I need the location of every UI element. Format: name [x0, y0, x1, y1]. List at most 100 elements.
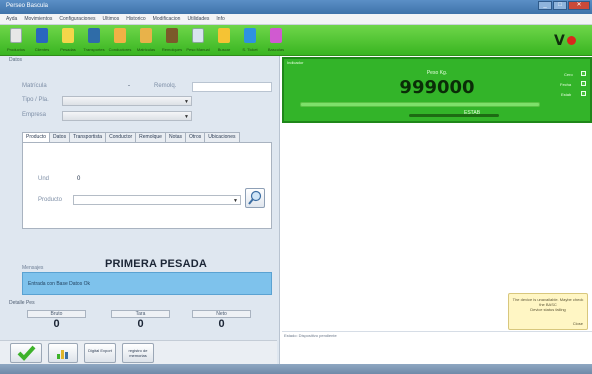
option-label: Fecha: [560, 82, 572, 87]
toolbar-label: Clientes: [34, 47, 50, 52]
mensajes-label: Mensajes: [22, 265, 44, 271]
menu-item-movimientos[interactable]: Movimientos: [24, 16, 52, 22]
weight-label: Tara: [111, 310, 170, 318]
toolbar-label: Basculas: [267, 47, 285, 52]
weighing-stage-title: PRIMERA PESADA: [105, 258, 208, 270]
confirm-button[interactable]: [10, 343, 42, 363]
notification-message: The device is unavailable. Maybe check t…: [512, 297, 584, 307]
menu-item-modificacion[interactable]: Modificacion: [153, 16, 181, 22]
brand-dot-icon: [567, 36, 576, 45]
window-controls: _ □ ✕: [538, 1, 590, 10]
menu-item-ultimos[interactable]: Ultimos: [103, 16, 120, 22]
digital-export-button[interactable]: Digital Export: [84, 343, 116, 363]
weight-label: Bruto: [27, 310, 86, 318]
search-icon: [218, 28, 230, 43]
toolbar-peso-manual-button[interactable]: Peso Manual: [186, 27, 210, 55]
weight-icon: [192, 28, 204, 43]
tab-ubicaciones[interactable]: Ubicaciones: [204, 132, 240, 142]
close-button[interactable]: ✕: [568, 1, 590, 10]
weight-label: Neto: [192, 310, 251, 318]
user-icon: [36, 28, 48, 43]
toolbar-productos-button[interactable]: Productos: [4, 27, 28, 55]
checkmark-icon: [17, 345, 36, 361]
chevron-down-icon: ▼: [184, 99, 189, 105]
toolbar-remolques-button[interactable]: Remolques: [160, 27, 184, 55]
toolbar-buscar-button[interactable]: Buscar: [212, 27, 236, 55]
chevron-down-icon: ▼: [233, 198, 238, 204]
chart-button[interactable]: [48, 343, 78, 363]
option-cero-checkbox[interactable]: [581, 71, 586, 76]
empresa-select[interactable]: ▼: [62, 111, 192, 121]
digital-export-label: Digital Export: [88, 348, 112, 353]
toolbar-conductores-button[interactable]: Conductores: [108, 27, 132, 55]
stability-indicator: [409, 114, 499, 117]
toolbar-pesadas-button[interactable]: Pesadas: [56, 27, 80, 55]
menu-bar: Ayda Movimientos Configuraciones Ultimos…: [0, 14, 592, 25]
magnifier-icon: [248, 190, 262, 205]
notification-close[interactable]: Close: [573, 321, 583, 326]
weight-tara: Tara 0: [111, 310, 170, 331]
matricula-label: Matrícula: [22, 83, 47, 89]
tab-otros[interactable]: Otros: [185, 132, 206, 142]
load-bar: [300, 102, 540, 107]
message-text: Entrada con Base Datos Ok: [28, 281, 90, 287]
toolbar-label: Pesadas: [60, 47, 76, 52]
device-notification[interactable]: The device is unavailable. Maybe check t…: [508, 293, 588, 330]
brand-logo: V: [554, 33, 580, 49]
option-label: Estab: [561, 92, 572, 97]
status-bar: Estado: Dispositivo pendiente: [282, 331, 592, 340]
option-estab-checkbox[interactable]: [581, 91, 586, 96]
toolbar-ticket-button[interactable]: S. Ticket: [238, 27, 262, 55]
toolbar-label: Buscar: [217, 47, 231, 52]
separator-dash: -: [128, 83, 130, 89]
detalle-label: Detalle Pes: [9, 300, 35, 306]
stability-label: ESTAB: [464, 110, 481, 116]
detail-tabs: Producto Datos Transportista Conductor R…: [22, 132, 240, 143]
maximize-button[interactable]: □: [553, 1, 567, 10]
indicator-header: Indicador: [287, 60, 304, 65]
trailer-icon: [166, 28, 178, 43]
weight-value: 0: [218, 318, 225, 330]
chevron-down-icon: ▼: [184, 114, 189, 120]
registro-label: registro de memorias: [128, 348, 148, 358]
tab-transportista[interactable]: Transportista: [69, 132, 107, 142]
toolbar-label: Peso Manual: [186, 47, 210, 52]
toolbar-clientes-button[interactable]: Clientes: [30, 27, 54, 55]
toolbar-transportes-button[interactable]: Transportes: [82, 27, 106, 55]
toolbar-label: S. Ticket: [242, 47, 258, 52]
registro-button[interactable]: registro de memorias: [122, 343, 154, 363]
minimize-button[interactable]: _: [538, 1, 552, 10]
truck-icon: [88, 28, 100, 43]
menu-item-historico[interactable]: Historico: [126, 16, 145, 22]
tab-conductor[interactable]: Conductor: [105, 132, 137, 142]
tipo-select[interactable]: ▼: [62, 96, 192, 106]
und-value: 0: [77, 176, 81, 182]
producto-select[interactable]: ▼: [73, 195, 241, 205]
taskbar: [0, 364, 592, 374]
tab-notas[interactable]: Notas: [164, 132, 187, 142]
toolbar-label: Transportes: [83, 47, 105, 52]
gear-icon: [270, 28, 282, 43]
remolque-label: Remolq.: [154, 83, 177, 89]
search-product-button[interactable]: [245, 188, 265, 208]
toolbar-matriculas-button[interactable]: Matriculas: [134, 27, 158, 55]
toolbar-label: Matriculas: [136, 47, 156, 52]
tab-remolque[interactable]: Remolque: [135, 132, 166, 142]
menu-item-utilidades[interactable]: Utilidades: [187, 16, 209, 22]
box-icon: [10, 28, 22, 43]
tab-datos[interactable]: Datos: [49, 132, 71, 142]
producto-label: Producto: [38, 197, 63, 203]
menu-item-info[interactable]: Info: [216, 16, 224, 22]
driver-icon: [114, 28, 126, 43]
menu-item-configuraciones[interactable]: Configuraciones: [59, 16, 95, 22]
matricula-field[interactable]: -: [62, 82, 132, 92]
toolbar-basculas-button[interactable]: Basculas: [264, 27, 288, 55]
weight-indicator: Indicador Peso Kg. 999000 ESTAB Cero Fec…: [282, 57, 592, 123]
remolque-field[interactable]: [192, 82, 272, 92]
main-toolbar: Productos Clientes Pesadas Transportes C…: [0, 25, 592, 56]
option-fecha-checkbox[interactable]: [581, 81, 586, 86]
title-bar: Perseo Bascula _ □ ✕: [0, 0, 592, 14]
menu-item-ayuda[interactable]: Ayda: [6, 16, 17, 22]
chart-icon: [57, 350, 68, 359]
weight-value: 0: [137, 318, 144, 330]
